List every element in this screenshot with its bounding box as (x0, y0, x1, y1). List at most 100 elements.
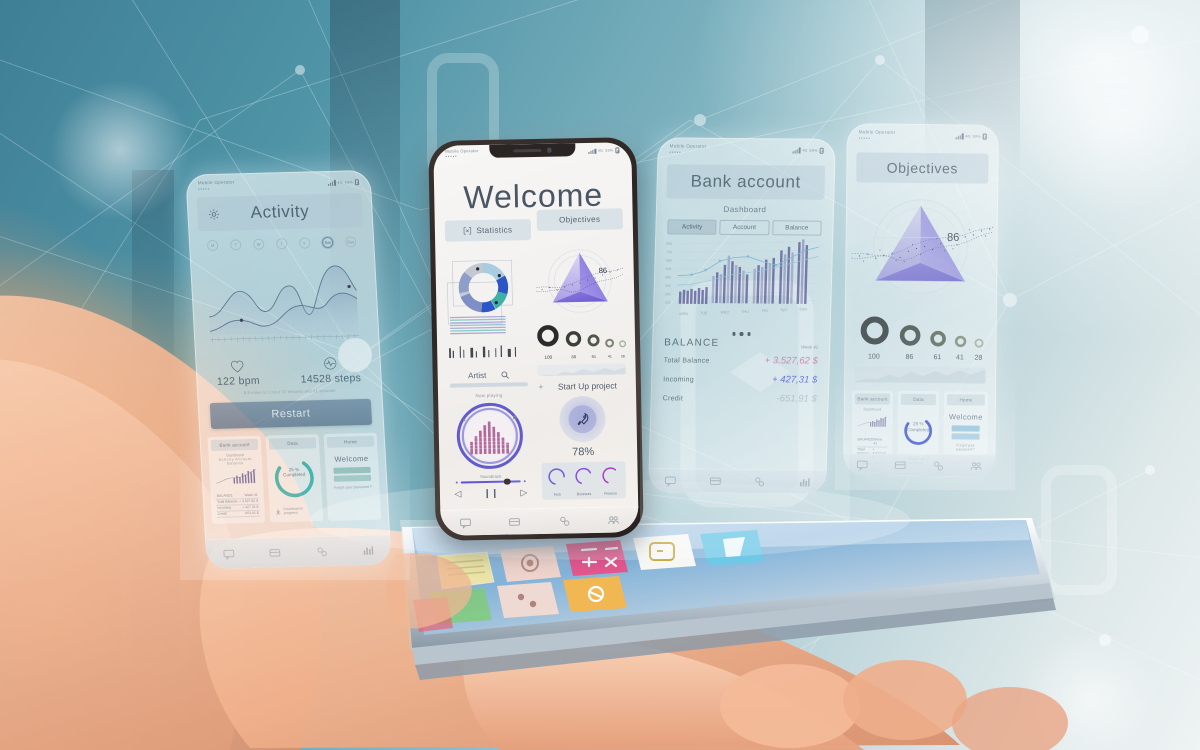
objectives-pyramid-chart: 86 (536, 249, 624, 313)
gauge-item: Finance (600, 466, 621, 496)
battery-icon (354, 178, 360, 185)
gear-icon[interactable] (538, 384, 544, 390)
pause-icon[interactable]: ❙❙ (483, 488, 498, 499)
day-pill[interactable]: T (275, 238, 288, 250)
settings-icon[interactable] (931, 459, 945, 472)
day-pill[interactable]: M (206, 240, 219, 252)
card-footer[interactable]: Forgot your password ? (331, 485, 374, 490)
objectives-ring-row: 100 86 61 41 28 (844, 314, 996, 363)
pager-dots[interactable] (652, 332, 830, 337)
rocket-button[interactable] (559, 396, 606, 443)
day-pill[interactable]: Sun (344, 236, 357, 248)
signal-bars-icon (327, 180, 336, 186)
music-search-row[interactable]: Artist (446, 370, 532, 381)
card-icon[interactable] (893, 459, 907, 472)
day-pill[interactable]: F (298, 237, 311, 250)
next-icon[interactable]: ▷ (520, 487, 527, 498)
create-account-button[interactable] (333, 475, 372, 483)
media-controls[interactable]: ◁ ❙❙ ▷ (448, 487, 534, 500)
hologram-phone-objectives[interactable]: Mobile Operator ▪▪▪▪▪ 4G 59% Objectives (843, 123, 999, 477)
bottom-nav[interactable] (843, 453, 996, 477)
heart-rate-value: 122 bpm (216, 375, 261, 389)
chat-icon[interactable] (855, 458, 869, 471)
svg-text:FRI: FRI (762, 309, 768, 313)
signin-button[interactable] (951, 425, 980, 433)
tab-balance[interactable]: Balance (771, 220, 822, 237)
card-home[interactable]: Home Welcome Forgot your password ? (323, 433, 382, 522)
balance-row-incoming: Incoming + 427,31 $ (663, 374, 818, 386)
gear-icon[interactable] (207, 208, 221, 221)
group-icon[interactable] (969, 460, 983, 473)
tab-activity[interactable]: Activity (667, 219, 717, 236)
svg-text:MON: MON (679, 312, 688, 316)
card-bank-account[interactable]: Bank account Dashboard Activity Account … (207, 436, 266, 525)
signal-bars-icon (792, 147, 801, 154)
chat-icon[interactable] (222, 547, 237, 561)
objectives-column: 86 100 86 61 41 28 Start Up project 78% … (533, 242, 630, 501)
svg-text:SAT: SAT (780, 309, 788, 313)
tab-objectives[interactable]: Objectives (536, 208, 623, 231)
ring-icon (565, 330, 582, 347)
network-label: 4G (597, 149, 604, 154)
bottom-nav[interactable] (648, 468, 827, 494)
group-icon[interactable] (607, 513, 621, 526)
day-pill[interactable]: W (252, 239, 265, 251)
card-welcome-title: Welcome (334, 454, 369, 465)
balance-header: BALANCE Week 41 (652, 337, 830, 350)
objectives-sparkline (854, 366, 987, 385)
card-mini-table: BALANCEWeek 41 Total Balance+ 3.527,62 $… (215, 492, 260, 518)
progress-sub: Completed (907, 427, 930, 433)
status-bar: Mobile Operator ▪▪▪▪▪ 4G 59% (657, 137, 836, 158)
album-art-vinyl[interactable] (453, 399, 526, 472)
objectives-pyramid-chart: 86 (851, 199, 994, 295)
tab-account[interactable]: Account (719, 220, 770, 236)
day-selector[interactable]: M T W T F Sat Sun (188, 227, 374, 254)
create-account-button[interactable] (951, 433, 980, 441)
card-icon[interactable] (508, 515, 522, 528)
center-phone-screen[interactable]: Mobile Operator ▪▪▪▪▪ 4G 59% Welcome Sta… (433, 142, 639, 536)
settings-icon[interactable] (557, 514, 571, 527)
progress-sub: Completed (282, 472, 306, 478)
bank-bar-line-chart: 800700600 500400300 200100 MON TUE WED T… (665, 239, 820, 317)
card-footer[interactable]: Forgot your password ? (949, 444, 983, 452)
grid-icon (464, 226, 472, 235)
hologram-phone-activity[interactable]: Mobile Operator ▪▪▪▪▪ 4G 59% Activity M (185, 169, 392, 570)
center-phone-device[interactable]: Mobile Operator ▪▪▪▪▪ 4G 59% Welcome Sta… (428, 137, 644, 541)
signin-button[interactable] (333, 467, 371, 475)
settings-icon[interactable] (314, 545, 329, 558)
gauge-ring-icon (548, 468, 566, 486)
chat-icon[interactable] (663, 474, 677, 487)
download-icon (276, 509, 281, 515)
card-data[interactable]: Data 25 % Completed Download in progress (265, 434, 324, 523)
welcome-tabs[interactable]: Statistics Objectives (435, 208, 633, 242)
page-title: Objectives (886, 160, 959, 177)
battery-percent-label: 59% (344, 180, 354, 185)
card-header: Bank account (854, 393, 891, 406)
bottom-nav[interactable] (205, 534, 392, 570)
svg-text:600: 600 (666, 259, 672, 263)
network-label: 4G (337, 180, 343, 185)
balance-title: BALANCE (664, 337, 720, 349)
bank-tabs[interactable]: Activity Account Balance (655, 214, 834, 237)
chart-icon[interactable] (797, 475, 811, 488)
day-pill-selected[interactable]: Sat (321, 237, 334, 249)
card-icon[interactable] (268, 546, 283, 559)
welcome-columns: Artist Now playing Soundtrack ◁ ❙❙ ▷ 86 … (435, 238, 638, 502)
card-icon[interactable] (708, 475, 722, 488)
tab-statistics[interactable]: Statistics (444, 218, 532, 242)
restart-button[interactable]: Restart (209, 399, 373, 430)
activity-subnote: 8.8 miles in 1 hour 37 minutes and 31 se… (243, 388, 336, 396)
playback-slider[interactable] (448, 478, 534, 485)
chat-icon[interactable] (458, 516, 472, 529)
hologram-phone-bank-account[interactable]: Mobile Operator ▪▪▪▪▪ 4G 59% Bank accoun… (648, 137, 836, 494)
prev-icon[interactable]: ◁ (454, 489, 461, 500)
settings-icon[interactable] (752, 475, 766, 488)
slider-track[interactable] (461, 478, 521, 485)
bottom-nav[interactable] (440, 506, 639, 536)
statistics-mini-bars (449, 345, 517, 358)
day-pill[interactable]: T (229, 239, 242, 251)
chart-icon[interactable] (360, 544, 375, 557)
ring-icon (537, 324, 559, 347)
search-icon[interactable] (500, 370, 509, 379)
slider-thumb[interactable] (503, 478, 511, 485)
